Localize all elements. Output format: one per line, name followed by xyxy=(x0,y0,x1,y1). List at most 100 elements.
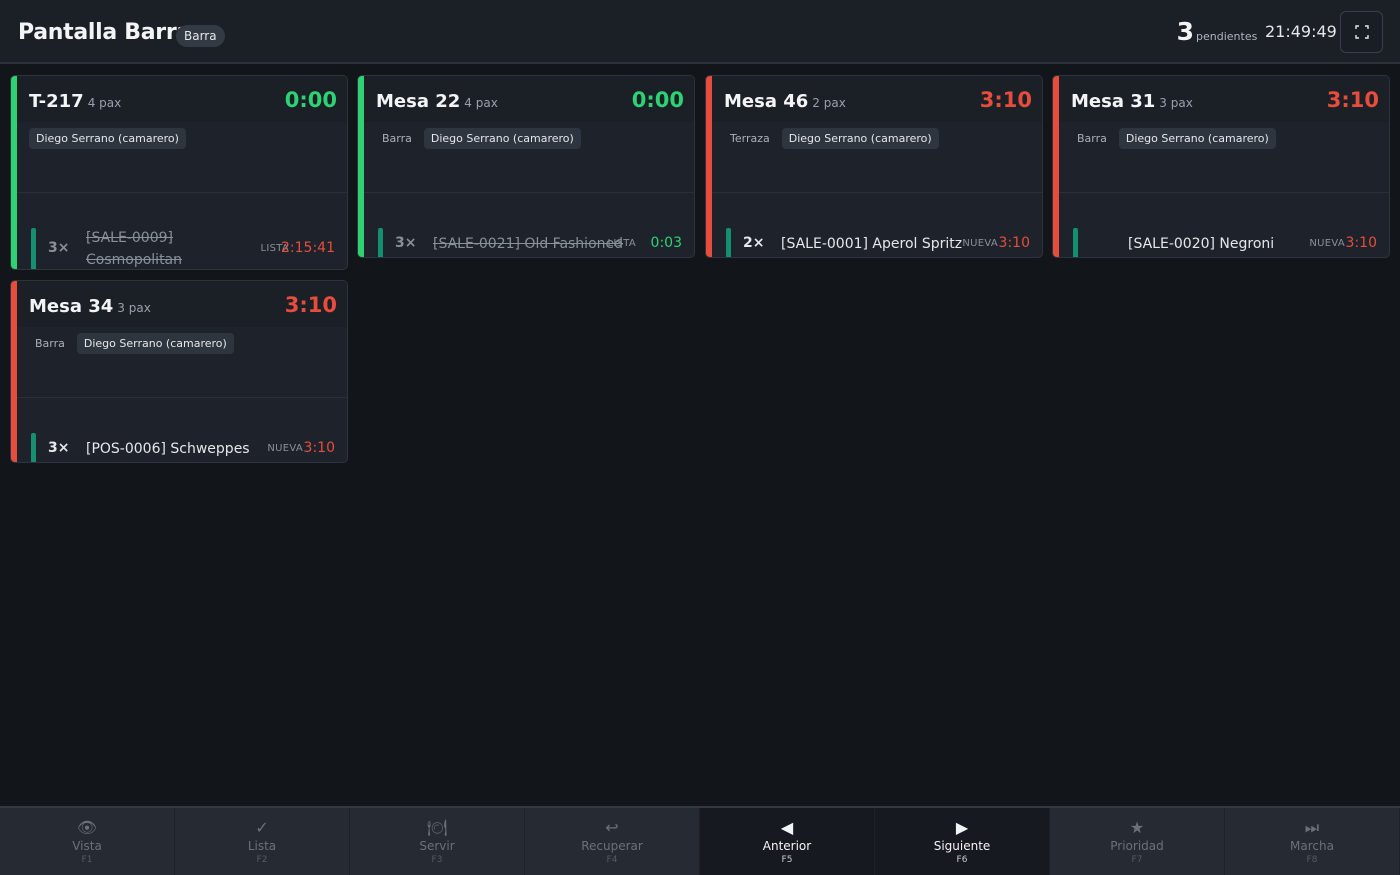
station-badge: Barra xyxy=(176,25,225,47)
page-title: Pantalla Barra xyxy=(18,20,191,45)
toolbar-label: Vista xyxy=(72,838,102,853)
toolbar-label: Siguiente xyxy=(933,838,991,853)
item-status-label: NUEVA xyxy=(267,443,303,454)
order-item[interactable]: 3× [SALE-0009] Cosmopolitan LISTA 2:15:41 xyxy=(17,192,347,269)
fullscreen-icon xyxy=(1354,25,1369,39)
item-status-bar xyxy=(726,228,731,257)
clock: 21:49:49 xyxy=(1265,22,1337,41)
item-status-label: NUEVA xyxy=(962,238,998,249)
order-item[interactable]: 3× [SALE-0021] Old Fashioned LISTA 0:03 xyxy=(364,192,694,257)
card-header: Mesa 22 4 pax 0:00 xyxy=(364,76,694,122)
toolbar-label: Servir xyxy=(419,838,455,853)
item-elapsed-time: 0:03 xyxy=(650,235,682,251)
waiter-badge: Diego Serrano (camarero) xyxy=(29,128,186,149)
waiter-badge: Diego Serrano (camarero) xyxy=(1118,128,1276,149)
toolbar-label: Recuperar xyxy=(581,838,643,853)
item-name: [SALE-0020] Negroni xyxy=(1128,236,1275,252)
star-icon: ★ xyxy=(1129,817,1145,837)
order-timer: 3:10 xyxy=(284,293,337,317)
next-icon: ▶ xyxy=(955,817,969,837)
order-tags: Terraza Diego Serrano (camarero) xyxy=(724,128,939,149)
order-tags: Barra Diego Serrano (camarero) xyxy=(1071,128,1276,149)
item-name-line: [SALE-0009] xyxy=(86,230,173,246)
top-bar: Pantalla Barra Barra 3 pendientes 21:49:… xyxy=(0,0,1400,64)
item-status-bar xyxy=(31,228,36,269)
zone-label: Terraza xyxy=(730,132,770,145)
item-status-bar xyxy=(378,228,383,257)
dish-icon: 🍽 xyxy=(426,817,448,837)
order-item[interactable]: 3× [POS-0006] Schweppes NUEVA 3:10 xyxy=(17,397,347,462)
order-timer: 3:10 xyxy=(979,88,1032,112)
toolbar-label: Lista xyxy=(247,838,277,853)
table-name-text: T-217 xyxy=(29,91,84,112)
card-header: T-217 4 pax 0:00 xyxy=(17,76,347,122)
order-item[interactable]: [SALE-0020] Negroni NUEVA 3:10 xyxy=(1059,192,1389,257)
card-header: Mesa 31 3 pax 3:10 xyxy=(1059,76,1389,122)
undo-icon: ↩ xyxy=(605,817,619,837)
pax-count: 2 pax xyxy=(812,96,846,110)
item-elapsed-time: 3:10 xyxy=(303,440,335,456)
toolbar-label: Marcha xyxy=(1290,838,1334,853)
table-name: Mesa 31 3 pax xyxy=(1071,91,1193,112)
toolbar-button-siguiente[interactable]: ▶ Siguiente F6 xyxy=(875,808,1050,875)
order-timer: 3:10 xyxy=(1326,88,1379,112)
toolbar-button-anterior[interactable]: ◀ Anterior F5 xyxy=(700,808,875,875)
table-name: Mesa 22 4 pax xyxy=(376,91,498,112)
item-name: [SALE-0009] Cosmopolitan xyxy=(86,227,183,269)
item-name: [POS-0006] Schweppes xyxy=(86,441,250,457)
order-timer: 0:00 xyxy=(631,88,684,112)
shortcut-key: F3 xyxy=(431,854,443,865)
toolbar-label: Anterior xyxy=(762,838,812,853)
table-name: T-217 4 pax xyxy=(29,91,121,112)
order-card: T-217 4 pax 0:00 Diego Serrano (camarero) 3×… xyxy=(10,75,348,270)
item-quantity: 3× xyxy=(395,235,417,251)
order-tags: Barra Diego Serrano (camarero) xyxy=(29,333,234,354)
order-tags: Barra Diego Serrano (camarero) xyxy=(376,128,581,149)
prev-icon: ◀ xyxy=(780,817,794,837)
item-name-line: Cosmopolitan xyxy=(86,252,183,268)
toolbar-button-prioridad[interactable]: ★ Prioridad F7 xyxy=(1050,808,1225,875)
item-elapsed-time: 2:15:41 xyxy=(281,240,335,256)
item-status-bar xyxy=(31,433,36,462)
zone-label: Barra xyxy=(382,132,412,145)
shortcut-key: F7 xyxy=(1131,854,1143,865)
item-quantity: 2× xyxy=(743,235,765,251)
toolbar-label: Prioridad xyxy=(1110,838,1164,853)
skip-icon: ⏭ xyxy=(1304,817,1320,837)
table-name: Mesa 34 3 pax xyxy=(29,296,151,317)
pax-count: 3 pax xyxy=(117,301,151,315)
table-name-text: Mesa 34 xyxy=(29,296,114,317)
table-name: Mesa 46 2 pax xyxy=(724,91,846,112)
item-quantity: 3× xyxy=(48,440,70,456)
toolbar-button-marcha[interactable]: ⏭ Marcha F8 xyxy=(1225,808,1400,875)
fullscreen-button[interactable] xyxy=(1340,11,1383,53)
toolbar-button-lista[interactable]: ✓ Lista F2 xyxy=(175,808,350,875)
toolbar-button-recuperar[interactable]: ↩ Recuperar F4 xyxy=(525,808,700,875)
order-timer: 0:00 xyxy=(284,88,337,112)
item-quantity: 3× xyxy=(48,240,70,256)
toolbar-button-vista[interactable]: 👁 Vista F1 xyxy=(0,808,175,875)
bottom-toolbar: 👁 Vista F1 ✓ Lista F2 🍽 Servir F3 ↩ Recuperar F4 ◀ An… xyxy=(0,806,1400,875)
shortcut-key: F8 xyxy=(1306,854,1318,865)
shortcut-key: F6 xyxy=(956,854,968,865)
toolbar-button-servir[interactable]: 🍽 Servir F3 xyxy=(350,808,525,875)
shortcut-key: F4 xyxy=(606,854,618,865)
item-name: [SALE-0021] Old Fashioned xyxy=(433,236,624,252)
zone-label: Barra xyxy=(35,337,65,350)
order-card: Mesa 46 2 pax 3:10 Terraza Diego Serrano (ca… xyxy=(705,75,1043,258)
pending-count: 3 xyxy=(1176,17,1194,46)
item-status-label: LISTA xyxy=(607,238,636,249)
waiter-badge: Diego Serrano (camarero) xyxy=(76,333,234,354)
item-elapsed-time: 3:10 xyxy=(1345,235,1377,251)
check-icon: ✓ xyxy=(255,817,269,837)
pax-count: 4 pax xyxy=(87,96,122,110)
item-status-bar xyxy=(1073,228,1078,257)
item-status-label: NUEVA xyxy=(1309,238,1345,249)
item-elapsed-time: 3:10 xyxy=(998,235,1030,251)
shortcut-key: F5 xyxy=(781,854,793,865)
pax-count: 3 pax xyxy=(1159,96,1193,110)
order-card: Mesa 34 3 pax 3:10 Barra Diego Serrano (cama… xyxy=(10,280,348,463)
order-item[interactable]: 2× [SALE-0001] Aperol Spritz NUEVA 3:10 xyxy=(712,192,1042,257)
waiter-badge: Diego Serrano (camarero) xyxy=(423,128,581,149)
shortcut-key: F2 xyxy=(256,854,268,865)
